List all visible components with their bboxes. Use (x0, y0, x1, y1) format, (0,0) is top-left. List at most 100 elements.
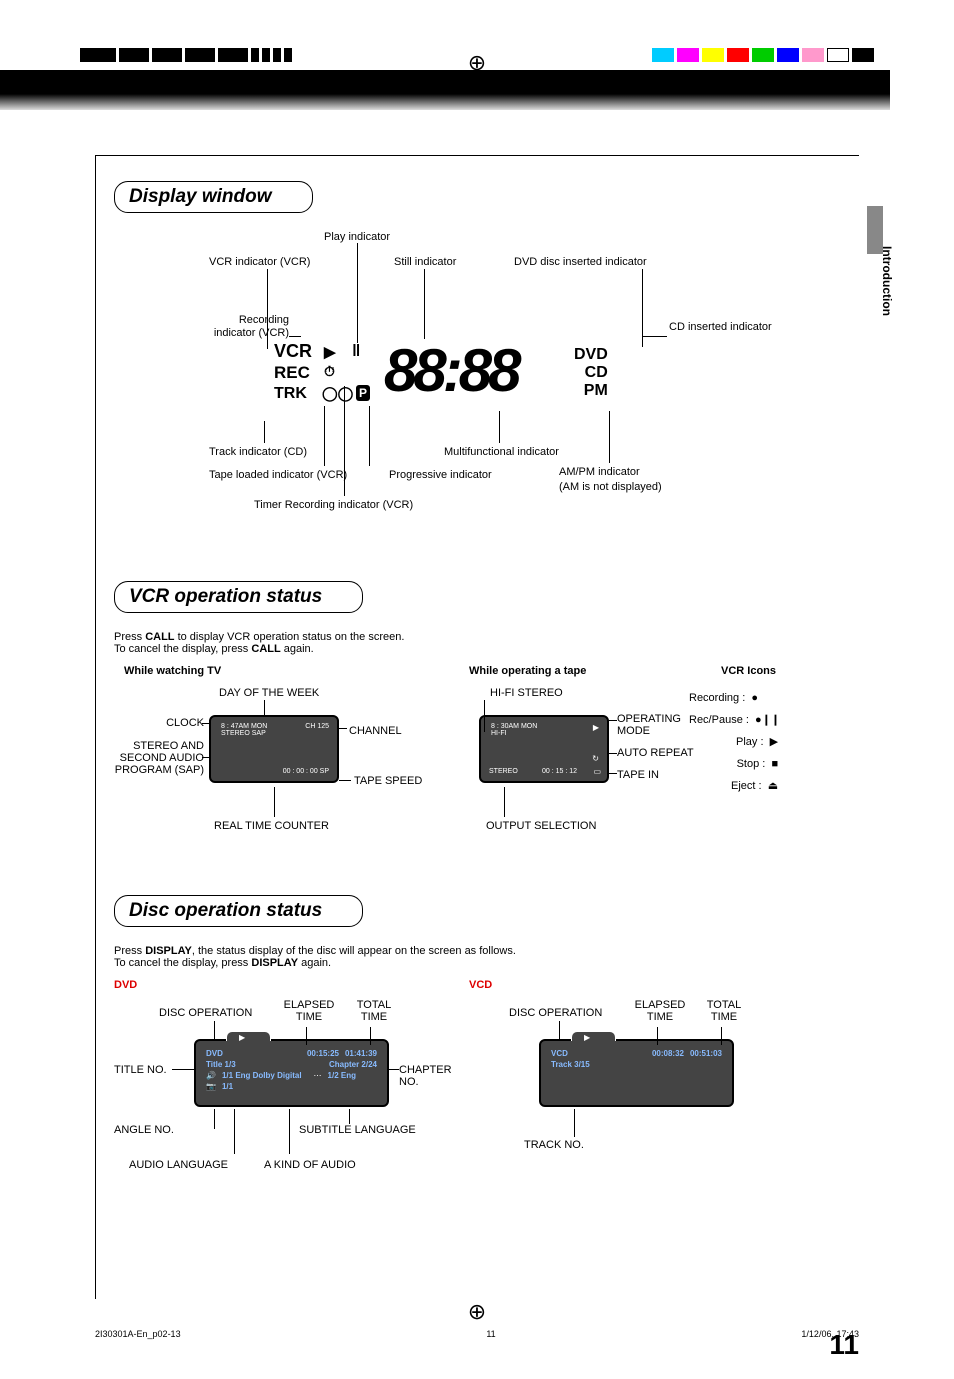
content-frame: Introduction Display window Play indicat… (95, 155, 859, 1299)
osd-tape-counter: 00 : 15 : 12 (542, 768, 577, 775)
osd-tv-channel: CH 125 (305, 723, 329, 730)
label-sap: STEREO AND SECOND AUDIO PROGRAM (SAP) (114, 740, 204, 776)
osd-tape-hifi: HI-FI (491, 730, 597, 737)
label-auto-repeat: AUTO REPEAT (617, 747, 694, 759)
label-timer-rec: Timer Recording indicator (VCR) (254, 499, 413, 512)
section-vcr-status: VCR operation status Press CALL to displ… (114, 581, 841, 865)
page-number: 11 (829, 1329, 859, 1361)
page: ⊕ Introduction Display window Play indic… (0, 0, 954, 1379)
label-tape-loaded: Tape loaded indicator (VCR) (209, 469, 347, 482)
osd-dvd-title: Title 1/3 (206, 1060, 236, 1069)
label-vcd-discop: DISC OPERATION (509, 1007, 602, 1019)
vfd-vcr: VCR (274, 341, 312, 362)
label-clock: CLOCK (154, 717, 204, 729)
label-dvd-total: TOTAL TIME (349, 999, 399, 1023)
label-vcd-trackno: TRACK NO. (524, 1139, 584, 1151)
label-channel: CHANNEL (349, 725, 402, 737)
audio-icon: 🔊 (206, 1071, 216, 1080)
recpause-icon: ●❙❙ (755, 714, 780, 726)
osd-dvd-sub: 1/2 Eng (328, 1071, 356, 1080)
disc-intro-1: Press DISPLAY, the status display of the… (114, 945, 841, 957)
legend-recpause: Rec/Pause : ●❙❙ (689, 709, 780, 731)
label-track-indicator: Track indicator (CD) (209, 446, 307, 459)
osd-tv-stereo: STEREO SAP (221, 730, 327, 737)
osd-tape-box: 8 : 30AM MON HI-FI ▶ 00 : 15 : 12 STEREO… (479, 715, 609, 783)
label-vcd-total: TOTAL TIME (699, 999, 749, 1023)
timer-icon: ⏱ (324, 363, 335, 380)
header-gradient-bar (0, 70, 890, 110)
vfd-digits: 88:88 (384, 336, 517, 405)
vfd-rec: REC (274, 363, 310, 383)
label-dvd-discop: DISC OPERATION (159, 1007, 252, 1019)
osd-repeat-icon: ↻ (592, 754, 599, 763)
label-dvd-sub: SUBTITLE LANGUAGE (299, 1124, 416, 1136)
label-ampm-note: (AM is not displayed) (559, 481, 662, 494)
footer-left: 2I30301A-En_p02-13 (95, 1329, 181, 1339)
crosshair-icon: ⊕ (468, 50, 486, 76)
subtitle-icon: ⋯ (314, 1071, 322, 1080)
osd-vcd-elapsed: 00:08:32 (652, 1049, 684, 1058)
label-dvd-inserted: DVD disc inserted indicator (514, 256, 647, 269)
vcr-status-diagram: While watching TV While operating a tape… (114, 665, 841, 865)
heading-watching-tv: While watching TV (124, 665, 221, 677)
top-registration-area: ⊕ (0, 0, 954, 80)
side-tab-label: Introduction (880, 246, 894, 316)
play-icon: ▶ (770, 736, 778, 748)
progressive-icon: P (356, 385, 370, 401)
osd-dvd-chapter: Chapter 2/24 (329, 1060, 377, 1069)
heading-operating-tape: While operating a tape (469, 665, 586, 677)
osd-tape-time: 8 : 30AM MON (491, 723, 597, 730)
section-heading: Disc operation status (114, 895, 363, 927)
pause-icon: ‖ (352, 341, 360, 361)
osd-tv-box: 8 : 47AM MON STEREO SAP CH 125 00 : 00 :… (209, 715, 339, 783)
osd-dvd-box: ▶ DVD 00:15:25 01:41:39 Title 1/3 Chapte… (194, 1039, 389, 1107)
osd-dvd-angle: 1/1 (222, 1082, 233, 1091)
vfd-dvd: DVD (574, 346, 608, 364)
osd-tape-stereo: STEREO (489, 768, 518, 775)
page-footer: 2I30301A-En_p02-13 11 1/12/06, 17:43 (95, 1329, 859, 1339)
label-multifunc: Multifunctional indicator (444, 446, 559, 459)
label-tape-speed: TAPE SPEED (354, 775, 422, 787)
osd-dvd-audio: 1/1 Eng Dolby Digital (222, 1071, 302, 1080)
osd-tape-play-icon: ▶ (593, 723, 599, 732)
cassette-icon: ◯◯ (322, 385, 353, 402)
label-still-indicator: Still indicator (394, 256, 456, 269)
label-dvd-audiolang: AUDIO LANGUAGE (129, 1159, 228, 1171)
label-ampm: AM/PM indicator (559, 466, 640, 479)
osd-vcd-tag: VCD (551, 1049, 568, 1058)
section-heading: Display window (114, 181, 313, 213)
heading-vcd: VCD (469, 979, 492, 991)
section-heading: VCR operation status (114, 581, 363, 613)
osd-cassette-icon: ▭ (593, 767, 601, 776)
legend-recording: Recording : ● (689, 687, 780, 709)
label-hifi-stereo: HI-FI STEREO (490, 687, 563, 699)
heading-vcr-icons: VCR Icons (721, 665, 776, 677)
display-window-diagram: Play indicator VCR indicator (VCR) Still… (114, 231, 841, 551)
label-day-of-week: DAY OF THE WEEK (219, 687, 319, 699)
osd-vcd-total: 00:51:03 (690, 1049, 722, 1058)
section-disc-status: Disc operation status Press DISPLAY, the… (114, 895, 841, 1229)
legend-eject: Eject : ⏏ (689, 775, 780, 797)
label-rtc: REAL TIME COUNTER (214, 820, 329, 832)
footer-mid: 11 (486, 1329, 495, 1339)
label-output-selection: OUTPUT SELECTION (486, 820, 596, 832)
heading-dvd: DVD (114, 979, 137, 991)
osd-dvd-tag: DVD (206, 1049, 223, 1058)
stop-icon: ■ (771, 758, 778, 770)
label-operating-mode: OPERATING MODE (617, 713, 687, 737)
record-icon: ● (751, 692, 758, 704)
legend-play: Play : ▶ (689, 731, 780, 753)
label-progressive: Progressive indicator (389, 469, 492, 482)
vcr-intro-2: To cancel the display, press CALL again. (114, 643, 841, 655)
registration-marks-right (652, 48, 874, 62)
legend-stop: Stop : ■ (689, 753, 780, 775)
vcr-intro-1: Press CALL to display VCR operation stat… (114, 631, 841, 643)
eject-icon: ⏏ (768, 780, 778, 792)
label-vcd-elapsed: ELAPSED TIME (630, 999, 690, 1023)
vcr-icons-legend: Recording : ● Rec/Pause : ●❙❙ Play : ▶ S… (689, 687, 780, 797)
vfd-right-labels: DVD CD PM (574, 346, 608, 400)
osd-vcd-track: Track 3/15 (551, 1060, 590, 1069)
side-tab-marker (867, 206, 883, 254)
angle-icon: 📷 (206, 1082, 216, 1091)
disc-status-diagram: DVD VCD DISC OPERATION ELAPSED TIME TOTA… (114, 979, 841, 1229)
